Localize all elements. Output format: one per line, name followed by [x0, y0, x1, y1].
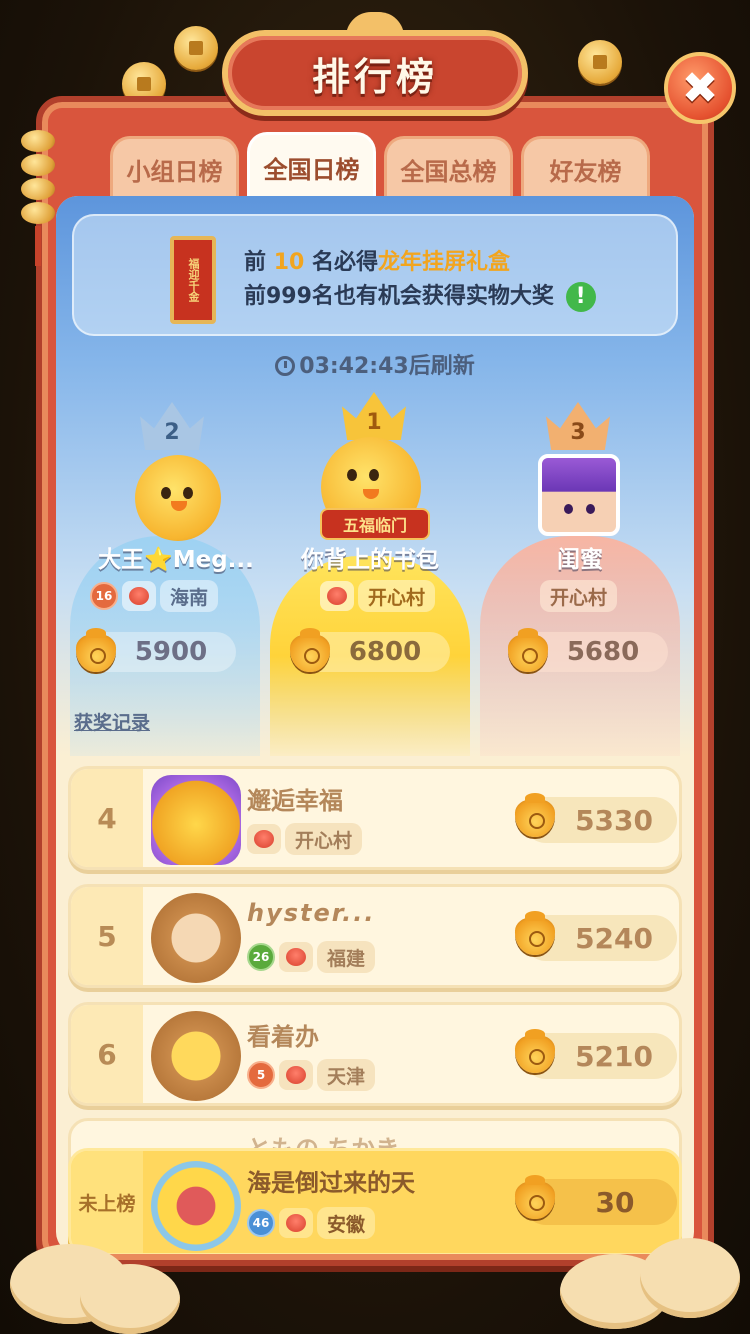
avatar[interactable]: [151, 1011, 241, 1101]
player-tags: 26 福建: [247, 941, 376, 973]
tab-national-total[interactable]: 全国总榜: [384, 136, 513, 200]
list-item[interactable]: 4 邂逅幸福 开心村 5330: [68, 766, 682, 870]
player-name: 海是倒过来的天: [247, 1169, 415, 1197]
info-icon[interactable]: !: [565, 282, 596, 312]
location-label: 开心村: [358, 580, 436, 612]
reward-scroll-icon: 福迎千金: [170, 236, 216, 324]
coin-icon: [578, 40, 622, 84]
player-name-rank-1: 你背上的书包: [301, 547, 439, 573]
dragon-icon: [122, 581, 156, 611]
coin-tassel-decoration: [18, 130, 58, 270]
list-item[interactable]: 5 hyster... 26 福建 5240: [68, 884, 682, 988]
award-record-link[interactable]: 获奖记录: [74, 708, 150, 735]
close-icon: ✖: [681, 62, 719, 114]
leaderboard-panel: 福迎千金 前 10 名必得龙年挂屏礼盒 前999名也有机会获得实物大奖 ! 03…: [56, 196, 694, 1254]
refresh-timer: 03:42:43后刷新: [56, 348, 694, 380]
crown-rank-2-icon: 2: [140, 402, 204, 450]
avatar-rank-3[interactable]: [536, 452, 622, 538]
player-name: 看着办: [247, 1023, 319, 1051]
player-tags: 5 天津: [247, 1059, 376, 1091]
tab-group-daily[interactable]: 小组日榜: [110, 136, 239, 200]
reward-line-1: 前 10 名必得龙年挂屏礼盒: [244, 250, 511, 275]
location-label: 天津: [317, 1059, 376, 1091]
player-tags-rank-3: 开心村: [540, 580, 618, 612]
dragon-icon: [279, 942, 313, 972]
player-name: 邂逅幸福: [247, 787, 343, 815]
location-label: 开心村: [285, 823, 363, 855]
location-label: 福建: [317, 941, 376, 973]
tab-friends[interactable]: 好友榜: [521, 136, 650, 200]
player-tags-rank-2: 16 海南: [90, 580, 219, 612]
title-plate: 排行榜: [222, 30, 528, 116]
coin-icon: [174, 26, 218, 70]
level-badge: 26: [247, 943, 275, 971]
tab-bar: 小组日榜 全国日榜 全国总榜 好友榜: [110, 132, 650, 200]
dragon-icon: [247, 824, 281, 854]
crown-rank-3-icon: 3: [546, 402, 610, 450]
avatar-rank-2[interactable]: [128, 450, 228, 546]
close-button[interactable]: ✖: [664, 52, 736, 124]
player-tags: 开心村: [247, 823, 363, 855]
level-badge: 16: [90, 582, 118, 610]
list-item[interactable]: 6 看着办 5 天津 5210: [68, 1002, 682, 1106]
dragon-icon: [279, 1060, 313, 1090]
rank-number: 4: [71, 769, 143, 867]
fortune-tag: 五福临门: [320, 508, 430, 540]
player-name-rank-2: 大王⭐Meg...: [98, 547, 254, 573]
location-label: 海南: [160, 580, 219, 612]
player-name-rank-3: 闺蜜: [557, 547, 603, 573]
reward-line-2: 前999名也有机会获得实物大奖 !: [244, 278, 596, 312]
podium-area: 福迎千金 前 10 名必得龙年挂屏礼盒 前999名也有机会获得实物大奖 ! 03…: [56, 196, 694, 756]
avatar[interactable]: [151, 893, 241, 983]
page-title: 排行榜: [311, 54, 438, 99]
tab-national-daily[interactable]: 全国日榜: [247, 132, 376, 200]
level-badge: 5: [247, 1061, 275, 1089]
player-tags-rank-1: 开心村: [320, 580, 436, 612]
player-name: hyster...: [247, 899, 376, 927]
avatar[interactable]: [151, 775, 241, 865]
rank-number: 6: [71, 1005, 143, 1103]
reward-info-card: 福迎千金 前 10 名必得龙年挂屏礼盒 前999名也有机会获得实物大奖 !: [72, 214, 678, 336]
clock-icon: [275, 356, 296, 376]
rank-number: 5: [71, 887, 143, 985]
dragon-icon: [320, 581, 354, 611]
cloud-decoration: [0, 1224, 750, 1334]
location-label: 开心村: [540, 580, 618, 612]
